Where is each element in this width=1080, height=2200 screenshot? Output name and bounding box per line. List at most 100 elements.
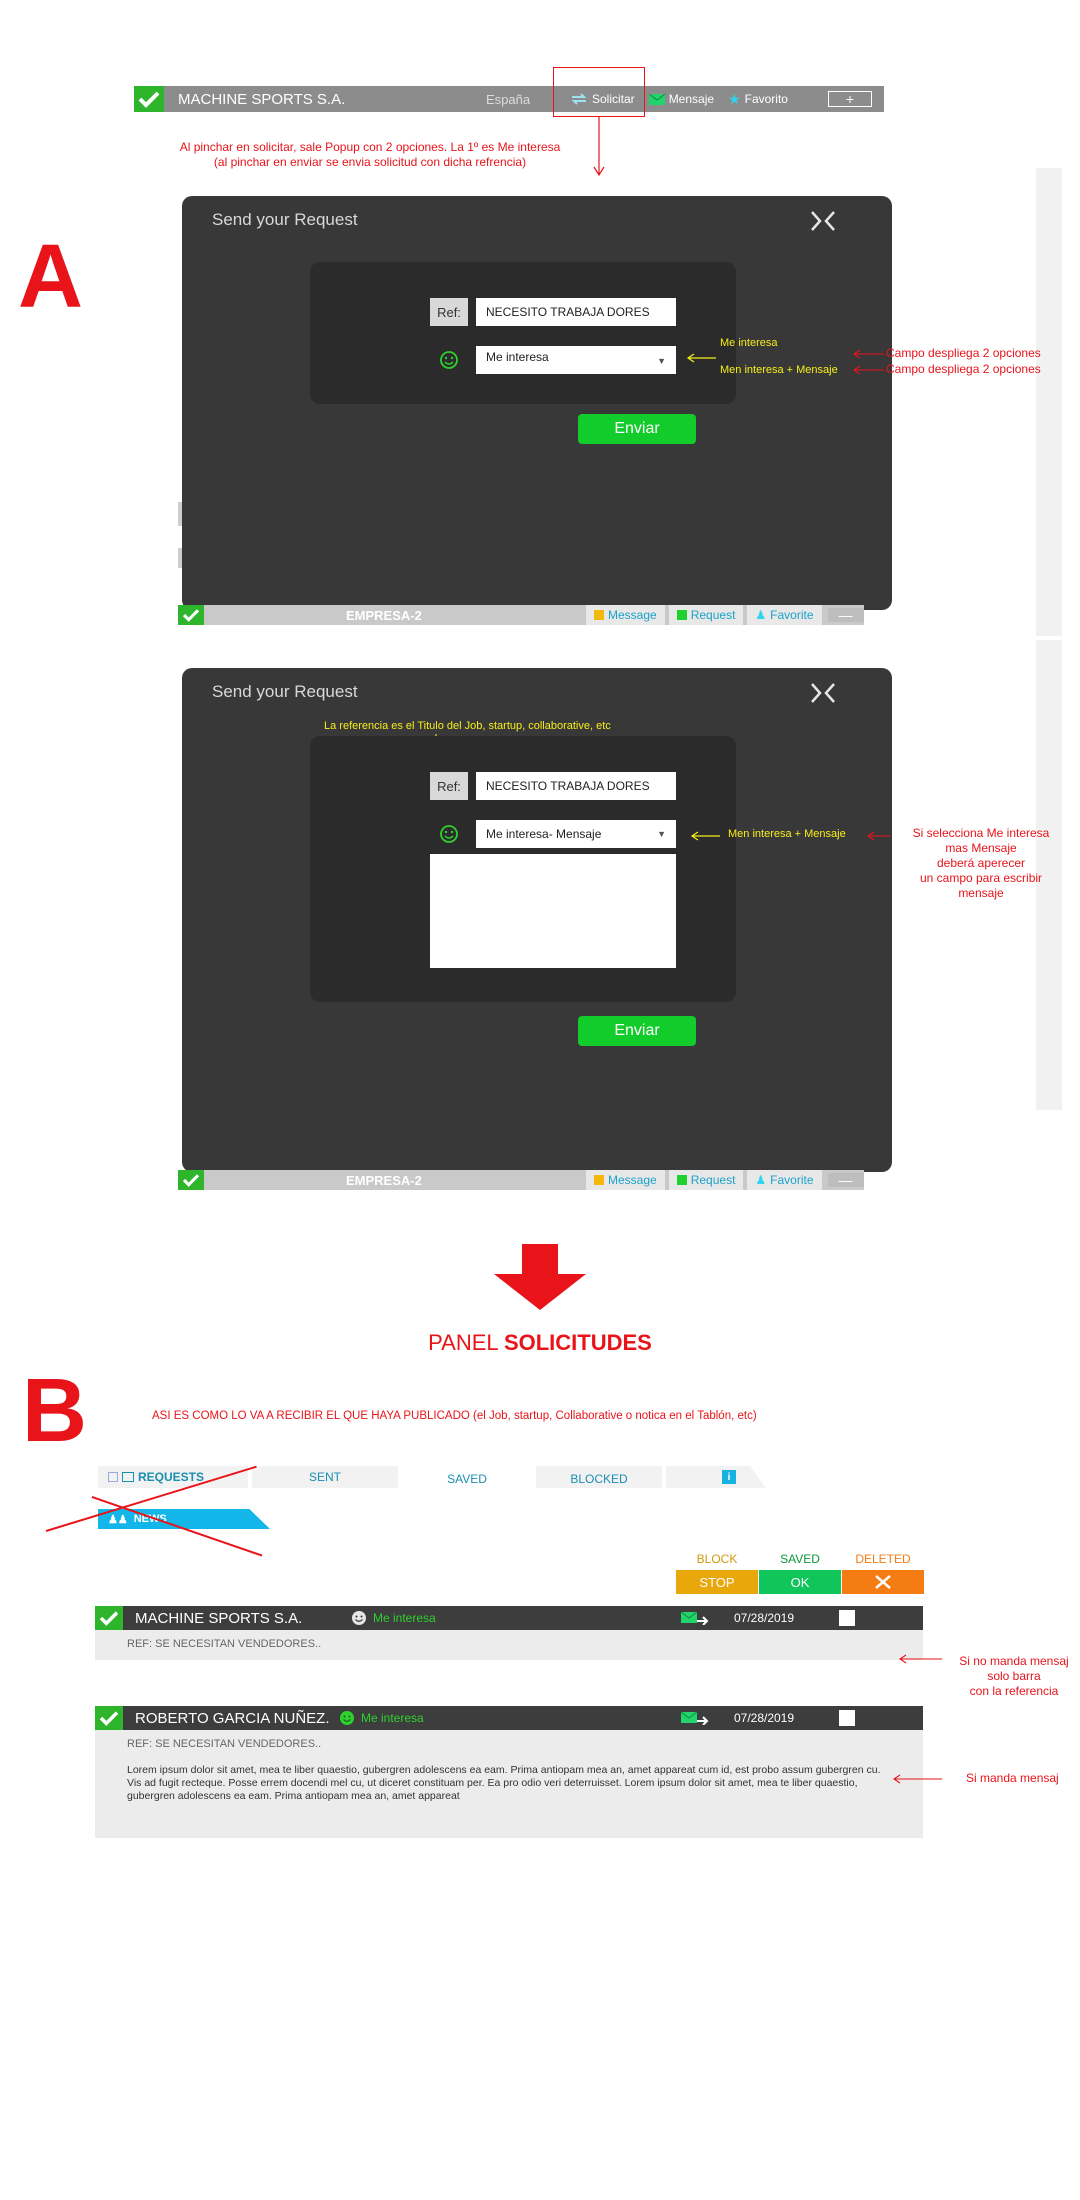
message-date: 07/28/2019: [733, 1611, 795, 1625]
modal-title: Send your Request: [212, 210, 358, 229]
panel-title-part2: SOLICITUDES: [503, 1330, 652, 1355]
ref-field[interactable]: NECESITO TRABAJA DORES: [476, 298, 676, 326]
smile-icon: [352, 1611, 366, 1625]
arrow-left-icon: [853, 349, 884, 375]
sender-name: MACHINE SPORTS S.A.: [135, 1609, 303, 1627]
arrow-left-icon: [686, 353, 716, 363]
arrow-left-icon: [893, 1774, 942, 1784]
users-icon: ♟♟: [108, 1513, 128, 1526]
dropdown-caret-icon: ▼: [657, 356, 666, 366]
mail-icon: [648, 93, 665, 105]
note-line: Si selecciona Me interesa: [912, 826, 1050, 840]
send-button[interactable]: Enviar: [578, 1016, 696, 1046]
panel-title-part1: PANEL: [428, 1330, 504, 1355]
legend-deleted-label: DELETED: [855, 1552, 911, 1566]
interest-select[interactable]: Me interesa- Mensaje ▼: [476, 820, 676, 848]
ghost-favorite-label: Favorite: [770, 608, 814, 622]
ghost-request-button: Request: [668, 605, 744, 625]
ghost-side-panel: [1036, 168, 1062, 636]
tab-blocked[interactable]: BLOCKED: [536, 1466, 662, 1488]
panel-subtitle: ASI ES COMO LO VA A RECIBIR EL QUE HAYA …: [152, 1410, 757, 1422]
tab-sent[interactable]: SENT: [252, 1466, 398, 1488]
ghost-company-name: EMPRESA-2: [346, 1172, 422, 1188]
close-icon[interactable]: [810, 682, 836, 704]
ghost-company-name: EMPRESA-2: [346, 607, 422, 623]
note-no-message: Si no manda mensaj solo barra con la ref…: [948, 1654, 1080, 1699]
tab-info[interactable]: i: [666, 1466, 766, 1488]
company-bar: MACHINE SPORTS S.A. España Solicitar Men…: [134, 86, 884, 112]
message-textarea[interactable]: [430, 854, 676, 968]
tab-blocked-label: BLOCKED: [570, 1472, 628, 1486]
smile-icon: [430, 346, 468, 374]
message-icon: [594, 1175, 604, 1185]
ref-label: Ref:: [430, 298, 468, 326]
info-icon: i: [722, 1470, 736, 1484]
mail-forward-icon[interactable]: [681, 1711, 709, 1725]
delete-button[interactable]: [842, 1570, 924, 1594]
message-date: 07/28/2019: [733, 1711, 795, 1725]
add-button[interactable]: +: [827, 91, 872, 107]
smile-icon: [340, 1711, 354, 1725]
inbox-icon: [122, 1472, 134, 1482]
close-icon[interactable]: [810, 210, 836, 232]
ghost-message-label: Message: [608, 1173, 657, 1187]
message-bar[interactable]: ROBERTO GARCIA NUÑEZ. Me interesa 07/28/…: [95, 1706, 923, 1730]
legend-deleted: DELETED: [842, 1552, 924, 1594]
interest-select-value: Me interesa- Mensaje: [486, 827, 602, 841]
check-icon: [178, 605, 204, 625]
modal-title: Send your Request: [212, 682, 358, 701]
interest-status: Me interesa: [351, 1610, 681, 1626]
stop-button[interactable]: STOP: [676, 1570, 758, 1594]
tab-requests[interactable]: REQUESTS: [98, 1466, 248, 1488]
interest-select[interactable]: Me interesa ▼: [476, 346, 676, 374]
request-form: Ref: NECESITO TRABAJA DORES Me interesa …: [310, 262, 736, 404]
arrow-down-icon: [494, 1244, 586, 1310]
mensaje-label: Mensaje: [668, 92, 715, 106]
note-options-1: Campo despliega 2 opciones: [886, 346, 1041, 360]
tab-saved[interactable]: SAVED: [402, 1466, 532, 1488]
legend-saved: SAVED OK: [759, 1552, 841, 1594]
message-ref: REF: SE NECESITAN VENDEDORES..: [127, 1638, 322, 1650]
interest-status: Me interesa: [339, 1710, 681, 1726]
message-bar[interactable]: MACHINE SPORTS S.A. Me interesa 07/28/20…: [95, 1606, 923, 1630]
legend-block-label: BLOCK: [696, 1552, 738, 1566]
panel-title: PANEL SOLICITUDES: [0, 1330, 1080, 1356]
ref-field[interactable]: NECESITO TRABAJA DORES: [476, 772, 676, 800]
check-icon: [178, 1170, 204, 1190]
company-name: MACHINE SPORTS S.A.: [178, 90, 346, 108]
ghost-minus-button: —: [827, 607, 864, 623]
note-line: deberá aperecer: [936, 856, 1026, 870]
tab-saved-label: SAVED: [447, 1472, 487, 1486]
select-checkbox[interactable]: [839, 1610, 855, 1626]
note-line: solo barra: [987, 1669, 1041, 1683]
note-top: Al pinchar en solicitar, sale Popup con …: [150, 140, 590, 170]
mensaje-button[interactable]: Mensaje: [648, 92, 715, 106]
dropdown-caret-icon: ▼: [657, 829, 666, 839]
ghost-minus-button: —: [827, 1172, 864, 1188]
select-checkbox[interactable]: [839, 1710, 855, 1726]
arrow-left-icon: [690, 831, 720, 841]
star-icon: ★: [728, 90, 741, 107]
ghost-message-button: Message: [586, 605, 665, 625]
favorito-button[interactable]: ★ Favorito: [728, 91, 788, 108]
tab-requests-label: REQUESTS: [138, 1470, 205, 1484]
interest-label: Me interesa: [361, 1711, 424, 1725]
ghost-favorite-button: ♟ Favorite: [747, 605, 822, 625]
note-line: mensaje: [958, 886, 1004, 900]
ghost-request-label: Request: [690, 608, 736, 622]
mail-forward-icon[interactable]: [681, 1611, 709, 1625]
ref-label: Ref:: [430, 772, 468, 800]
note-line: Si no manda mensaj: [959, 1654, 1069, 1668]
message-body: REF: SE NECESITAN VENDEDORES.. Lorem ips…: [95, 1730, 923, 1838]
ghost-company-bar: EMPRESA-2 Message Request ♟ Favorite —: [178, 1170, 864, 1190]
check-icon: [95, 1606, 123, 1630]
message-text: Lorem ipsum dolor sit amet, mea te liber…: [127, 1764, 881, 1802]
company-country: España: [485, 91, 531, 107]
message-icon: [594, 610, 604, 620]
section-letter-a: A: [18, 227, 83, 327]
ok-button[interactable]: OK: [759, 1570, 841, 1594]
check-icon: [134, 86, 164, 112]
ghost-message-label: Message: [608, 608, 657, 622]
send-button[interactable]: Enviar: [578, 414, 696, 444]
tab-news[interactable]: ♟♟ NEWS: [98, 1509, 270, 1529]
